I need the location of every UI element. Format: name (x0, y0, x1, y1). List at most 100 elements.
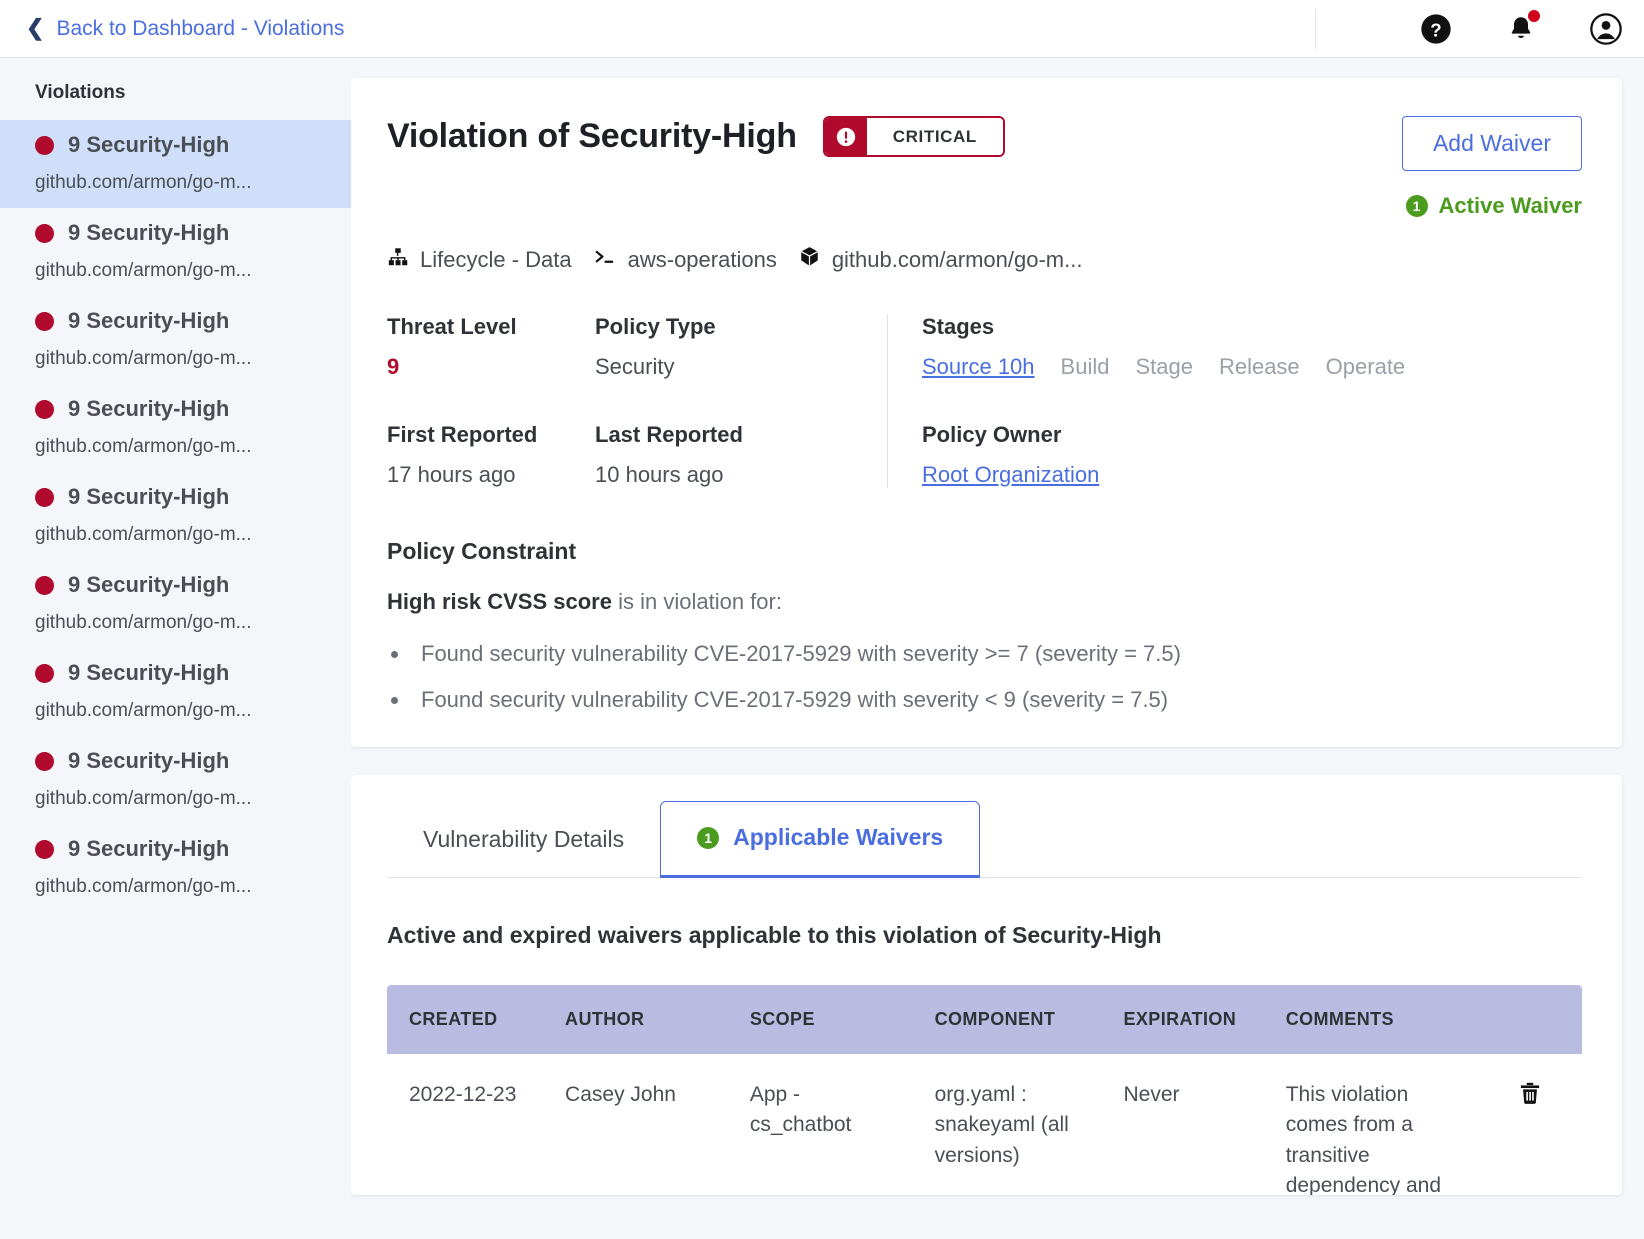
active-waiver-label: Active Waiver (1438, 193, 1582, 218)
column-header-scope: SCOPE (727, 985, 913, 1054)
help-circle-icon[interactable]: ? (1420, 13, 1452, 45)
violation-item-row: 9 Security-High (35, 748, 333, 774)
detail-header: Violation of Security-High CRITICAL Add … (387, 116, 1582, 219)
violation-list-item[interactable]: 9 Security-High github.com/armon/go-m... (0, 648, 351, 736)
first-reported-value: 17 hours ago (387, 462, 516, 487)
stage-source[interactable]: Source 10h (922, 354, 1035, 380)
waivers-section-heading: Active and expired waivers applicable to… (387, 922, 1162, 948)
last-reported-field: Last Reported 10 hours ago (595, 422, 803, 488)
severity-dot-icon (35, 663, 54, 683)
violations-list: 9 Security-High github.com/armon/go-m... 9… (0, 120, 351, 912)
cell-scope: App - cs_chatbot (749, 1083, 852, 1137)
page-body: Violations 9 Security-High github.com/arm… (0, 58, 1644, 1239)
metadata-right-column: Stages Source 10h Build Stage Release Operat… (887, 314, 1582, 488)
violation-list-item[interactable]: 9 Security-High github.com/armon/go-m... (0, 384, 351, 472)
alert-exclamation-icon (824, 118, 867, 155)
breadcrumb-item-lifecycle[interactable]: Lifecycle - Data (387, 246, 572, 274)
column-header-component: COMPONENT (912, 985, 1102, 1054)
sidebar-title: Violations (35, 82, 126, 103)
delete-waiver-button[interactable] (1517, 1080, 1543, 1106)
severity-dot-icon (35, 839, 54, 859)
threat-level-label: Threat Level (387, 314, 517, 339)
waivers-table: CREATED AUTHOR SCOPE COMPONENT EXPIRATION COM… (387, 985, 1582, 1195)
severity-dot-icon (35, 399, 54, 419)
violation-item-title: 9 Security-High (68, 484, 230, 509)
user-avatar-icon[interactable] (1590, 12, 1622, 45)
violation-item-subtitle: github.com/armon/go-m... (35, 436, 252, 457)
package-cube-icon (798, 245, 821, 274)
violation-list-item[interactable]: 9 Security-High github.com/armon/go-m... (0, 824, 351, 912)
policy-type-value: Security (595, 354, 675, 379)
violations-sidebar: Violations 9 Security-High github.com/arm… (0, 58, 351, 1239)
last-reported-value: 10 hours ago (595, 462, 724, 487)
policy-constraint-item: Found security vulnerability CVE-2017-59… (411, 687, 1582, 713)
policy-owner-field: Policy Owner Root Organization (922, 422, 1582, 488)
violation-item-row: 9 Security-High (35, 484, 333, 510)
policy-constraint-list: Found security vulnerability CVE-2017-59… (411, 641, 1582, 713)
metadata-row-two: First Reported 17 hours ago Last Reporte… (387, 422, 887, 488)
policy-owner-label: Policy Owner (922, 422, 1062, 447)
tab-vulnerability-details[interactable]: Vulnerability Details (387, 804, 660, 877)
tab-label: Applicable Waivers (733, 824, 944, 850)
tab-applicable-waivers[interactable]: 1 Applicable Waivers (660, 801, 981, 878)
violation-item-subtitle: github.com/armon/go-m... (35, 260, 252, 281)
breadcrumb-label-lifecycle: Lifecycle - Data (420, 246, 572, 272)
notification-bell-icon[interactable] (1506, 9, 1540, 45)
last-reported-label: Last Reported (595, 422, 743, 447)
violation-list-item[interactable]: 9 Security-High github.com/armon/go-m... (0, 736, 351, 824)
active-waiver-count-badge: 1 (1405, 195, 1428, 217)
violation-item-row: 9 Security-High (35, 308, 333, 334)
top-bar: ❮ Back to Dashboard - Violations ? (0, 0, 1644, 58)
svg-text:?: ? (1430, 19, 1441, 40)
policy-constraint-suffix: is in violation for: (611, 589, 782, 614)
violation-item-row: 9 Security-High (35, 220, 333, 246)
notification-badge-dot (1528, 9, 1540, 22)
policy-constraint-section: Policy Constraint High risk CVSS score i… (387, 538, 1582, 713)
violation-item-row: 9 Security-High (35, 660, 333, 686)
violation-list-item[interactable]: 9 Security-High github.com/armon/go-m... (0, 296, 351, 384)
back-to-dashboard-label: Back to Dashboard - Violations (56, 16, 345, 40)
breadcrumb-item-component[interactable]: github.com/armon/go-m... (798, 245, 1083, 274)
violation-item-subtitle: github.com/armon/go-m... (35, 172, 252, 193)
violation-list-item[interactable]: 9 Security-High github.com/armon/go-m... (0, 208, 351, 296)
back-to-dashboard-link[interactable]: ❮ Back to Dashboard - Violations (26, 14, 345, 41)
violation-item-subtitle: github.com/armon/go-m... (35, 348, 252, 369)
column-header-actions (1469, 985, 1582, 1054)
cell-component: org.yaml : snakeyaml (all versions) (934, 1083, 1069, 1167)
violation-item-title: 9 Security-High (68, 572, 230, 597)
threat-level-value: 9 (387, 354, 400, 379)
waivers-table-head: CREATED AUTHOR SCOPE COMPONENT EXPIRATION COM… (387, 985, 1582, 1054)
top-bar-actions: ? (1315, 0, 1622, 57)
trash-icon (1517, 1082, 1543, 1109)
detail-title-group: Violation of Security-High CRITICAL (387, 116, 1005, 157)
severity-dot-icon (35, 135, 54, 155)
first-reported-field: First Reported 17 hours ago (387, 422, 595, 488)
cell-comments: This violation comes from a transitive d… (1285, 1083, 1442, 1195)
violation-item-row: 9 Security-High (35, 836, 333, 862)
breadcrumb-item-aws-operations[interactable]: aws-operations (593, 246, 777, 274)
policy-owner-value[interactable]: Root Organization (922, 462, 1582, 488)
severity-dot-icon (35, 311, 54, 331)
violation-item-subtitle: github.com/armon/go-m... (35, 612, 252, 633)
policy-constraint-subject: High risk CVSS score (387, 589, 612, 614)
waivers-table-body: 2022-12-23 Casey John App - cs_chatbot org.… (387, 1054, 1582, 1195)
add-waiver-button[interactable]: Add Waiver (1401, 116, 1582, 171)
terminal-icon (593, 246, 617, 274)
org-chart-icon (387, 246, 409, 274)
cell-actions (1469, 1054, 1582, 1195)
violation-list-item[interactable]: 9 Security-High github.com/armon/go-m... (0, 560, 351, 648)
metadata-row-one: Threat Level 9 Policy Type Security (387, 314, 887, 380)
violation-item-title: 9 Security-High (68, 132, 230, 157)
breadcrumb-label-component: github.com/armon/go-m... (831, 246, 1083, 272)
severity-label: CRITICAL (866, 118, 1003, 155)
cell-created: 2022-12-23 (409, 1083, 517, 1106)
stages-list: Source 10h Build Stage Release Operate (922, 354, 1582, 380)
severity-dot-icon (35, 487, 54, 507)
violation-list-item[interactable]: 9 Security-High github.com/armon/go-m... (0, 120, 351, 208)
severity-dot-icon (35, 223, 54, 243)
chevron-left-icon: ❮ (26, 14, 45, 40)
tab-label: Vulnerability Details (423, 826, 625, 852)
violation-list-item[interactable]: 9 Security-High github.com/armon/go-m... (0, 472, 351, 560)
violation-item-title: 9 Security-High (68, 396, 230, 421)
breadcrumb: Lifecycle - Data aws-operations github.c… (387, 245, 1582, 274)
